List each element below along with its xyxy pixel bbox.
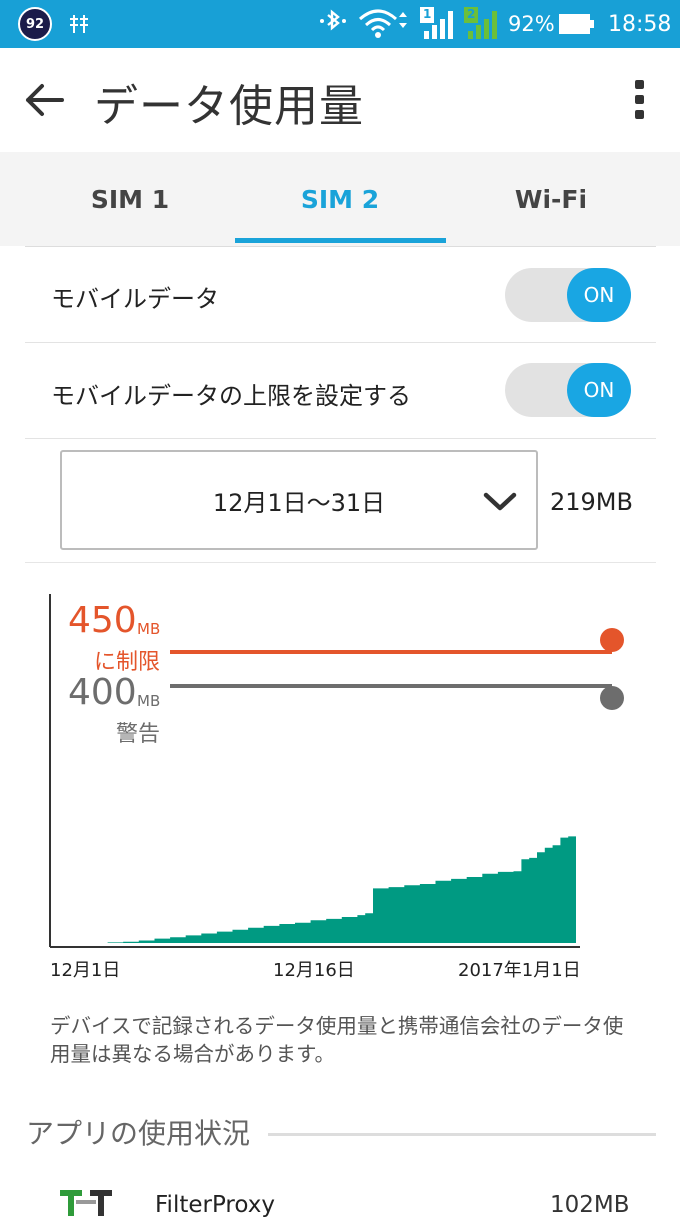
x-tick-label-mid: 12月16日 — [273, 960, 355, 981]
wifi-icon — [358, 0, 408, 48]
section-divider — [268, 1133, 656, 1136]
filterproxy-app-icon — [58, 1186, 118, 1220]
sim2-signal-icon: 2 — [464, 0, 504, 48]
status-bar: 92 1 2 92% 18:58 — [0, 0, 680, 48]
apps-section-title: アプリの使用状況 — [26, 1117, 251, 1150]
tab-wifi[interactable]: Wi-Fi — [446, 152, 656, 246]
warning-drag-handle[interactable] — [600, 686, 624, 710]
limit-value: 450 — [68, 600, 137, 641]
battery-percent: 92% — [508, 12, 555, 36]
tab-sim2[interactable]: SIM 2 — [235, 152, 445, 246]
usb-debug-icon — [68, 0, 90, 48]
mobile-data-row[interactable]: モバイルデータ ON — [25, 247, 656, 343]
mobile-data-label: モバイルデータ — [51, 285, 219, 313]
data-limit-toggle-state: ON — [567, 363, 631, 417]
cycle-dropdown[interactable]: 12月1日〜31日 — [60, 450, 538, 550]
clock: 18:58 — [608, 11, 672, 37]
warning-value: 400 — [68, 672, 137, 713]
active-tab-indicator — [235, 238, 446, 243]
mobile-data-toggle[interactable]: ON — [505, 268, 631, 322]
mobile-data-toggle-state: ON — [567, 268, 631, 322]
divider — [25, 562, 656, 563]
warning-unit: MB — [137, 692, 161, 710]
notification-badge: 92 — [18, 0, 52, 48]
sim2-number: 2 — [467, 7, 476, 21]
tab-bar: SIM 1 SIM 2 Wi-Fi — [0, 152, 680, 246]
x-tick-label-end: 2017年1月1日 — [458, 960, 581, 981]
chevron-down-icon — [482, 490, 518, 518]
tab-sim1[interactable]: SIM 1 — [25, 152, 235, 246]
badge-count: 92 — [18, 7, 52, 41]
overflow-menu-icon[interactable] — [630, 78, 650, 122]
data-limit-row[interactable]: モバイルデータの上限を設定する ON — [25, 343, 656, 439]
back-arrow-icon[interactable] — [22, 78, 66, 122]
app-usage: 102MB — [550, 1192, 630, 1218]
app-name[interactable]: FilterProxy — [155, 1192, 275, 1218]
battery-icon — [558, 0, 596, 48]
limit-drag-handle[interactable] — [600, 628, 624, 652]
warning-label: 警告 — [116, 722, 161, 747]
limit-unit: MB — [137, 620, 161, 638]
sim1-number: 1 — [423, 7, 432, 21]
usage-area — [92, 804, 576, 943]
cycle-range: 12月1日〜31日 — [212, 488, 386, 517]
data-limit-label: モバイルデータの上限を設定する — [51, 382, 411, 410]
page-title: データ使用量 — [94, 81, 364, 132]
sim1-signal-icon: 1 — [420, 0, 460, 48]
cycle-total-usage: 219MB — [550, 488, 633, 516]
x-tick-label-start: 12月1日 — [50, 960, 121, 981]
bluetooth-icon — [316, 0, 350, 48]
data-limit-toggle[interactable]: ON — [505, 363, 631, 417]
app-bar: データ使用量 — [0, 48, 680, 152]
usage-disclaimer: デバイスで記録されるデータ使用量と携帯通信会社のデータ使用量は異なる場合がありま… — [50, 1014, 624, 1066]
